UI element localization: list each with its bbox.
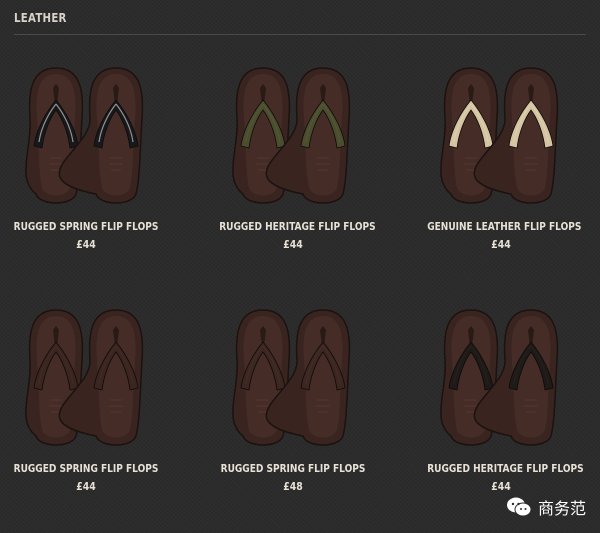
product-image[interactable] (16, 302, 156, 452)
section-title: LEATHER (14, 11, 67, 25)
product-image[interactable] (223, 60, 363, 210)
product-price: £44 (76, 238, 96, 251)
product-name[interactable]: RUGGED SPRING FLIP FLOPS (219, 462, 367, 475)
product-image[interactable] (16, 60, 156, 210)
product-name[interactable]: RUGGED SPRING FLIP FLOPS (12, 462, 160, 475)
product-name[interactable]: GENUINE LEATHER FLIP FLOPS (427, 220, 581, 233)
product-image[interactable] (431, 302, 571, 452)
product-name[interactable]: RUGGED HERITAGE FLIP FLOPS (219, 220, 375, 233)
product-image[interactable] (431, 60, 571, 210)
product-price: £44 (491, 238, 511, 251)
product-card[interactable]: RUGGED HERITAGE FLIP FLOPS £44 (203, 60, 383, 251)
product-card[interactable]: RUGGED SPRING FLIP FLOPS £44 (0, 60, 176, 251)
product-card[interactable]: RUGGED SPRING FLIP FLOPS £44 (0, 302, 176, 493)
watermark: 商务范 (506, 495, 586, 519)
product-card[interactable]: RUGGED SPRING FLIP FLOPS £48 (203, 302, 383, 493)
product-image[interactable] (223, 302, 363, 452)
product-name[interactable]: RUGGED SPRING FLIP FLOPS (12, 220, 160, 233)
product-card[interactable]: RUGGED HERITAGE FLIP FLOPS £44 (411, 302, 591, 493)
product-price: £48 (283, 480, 303, 493)
watermark-text: 商务范 (537, 499, 586, 518)
product-card[interactable]: GENUINE LEATHER FLIP FLOPS £44 (411, 60, 591, 251)
wechat-icon (506, 497, 532, 517)
product-name[interactable]: RUGGED HERITAGE FLIP FLOPS (427, 462, 583, 475)
product-price: £44 (283, 238, 303, 251)
product-price: £44 (76, 480, 96, 493)
product-price: £44 (491, 480, 511, 493)
section-divider (14, 34, 586, 35)
